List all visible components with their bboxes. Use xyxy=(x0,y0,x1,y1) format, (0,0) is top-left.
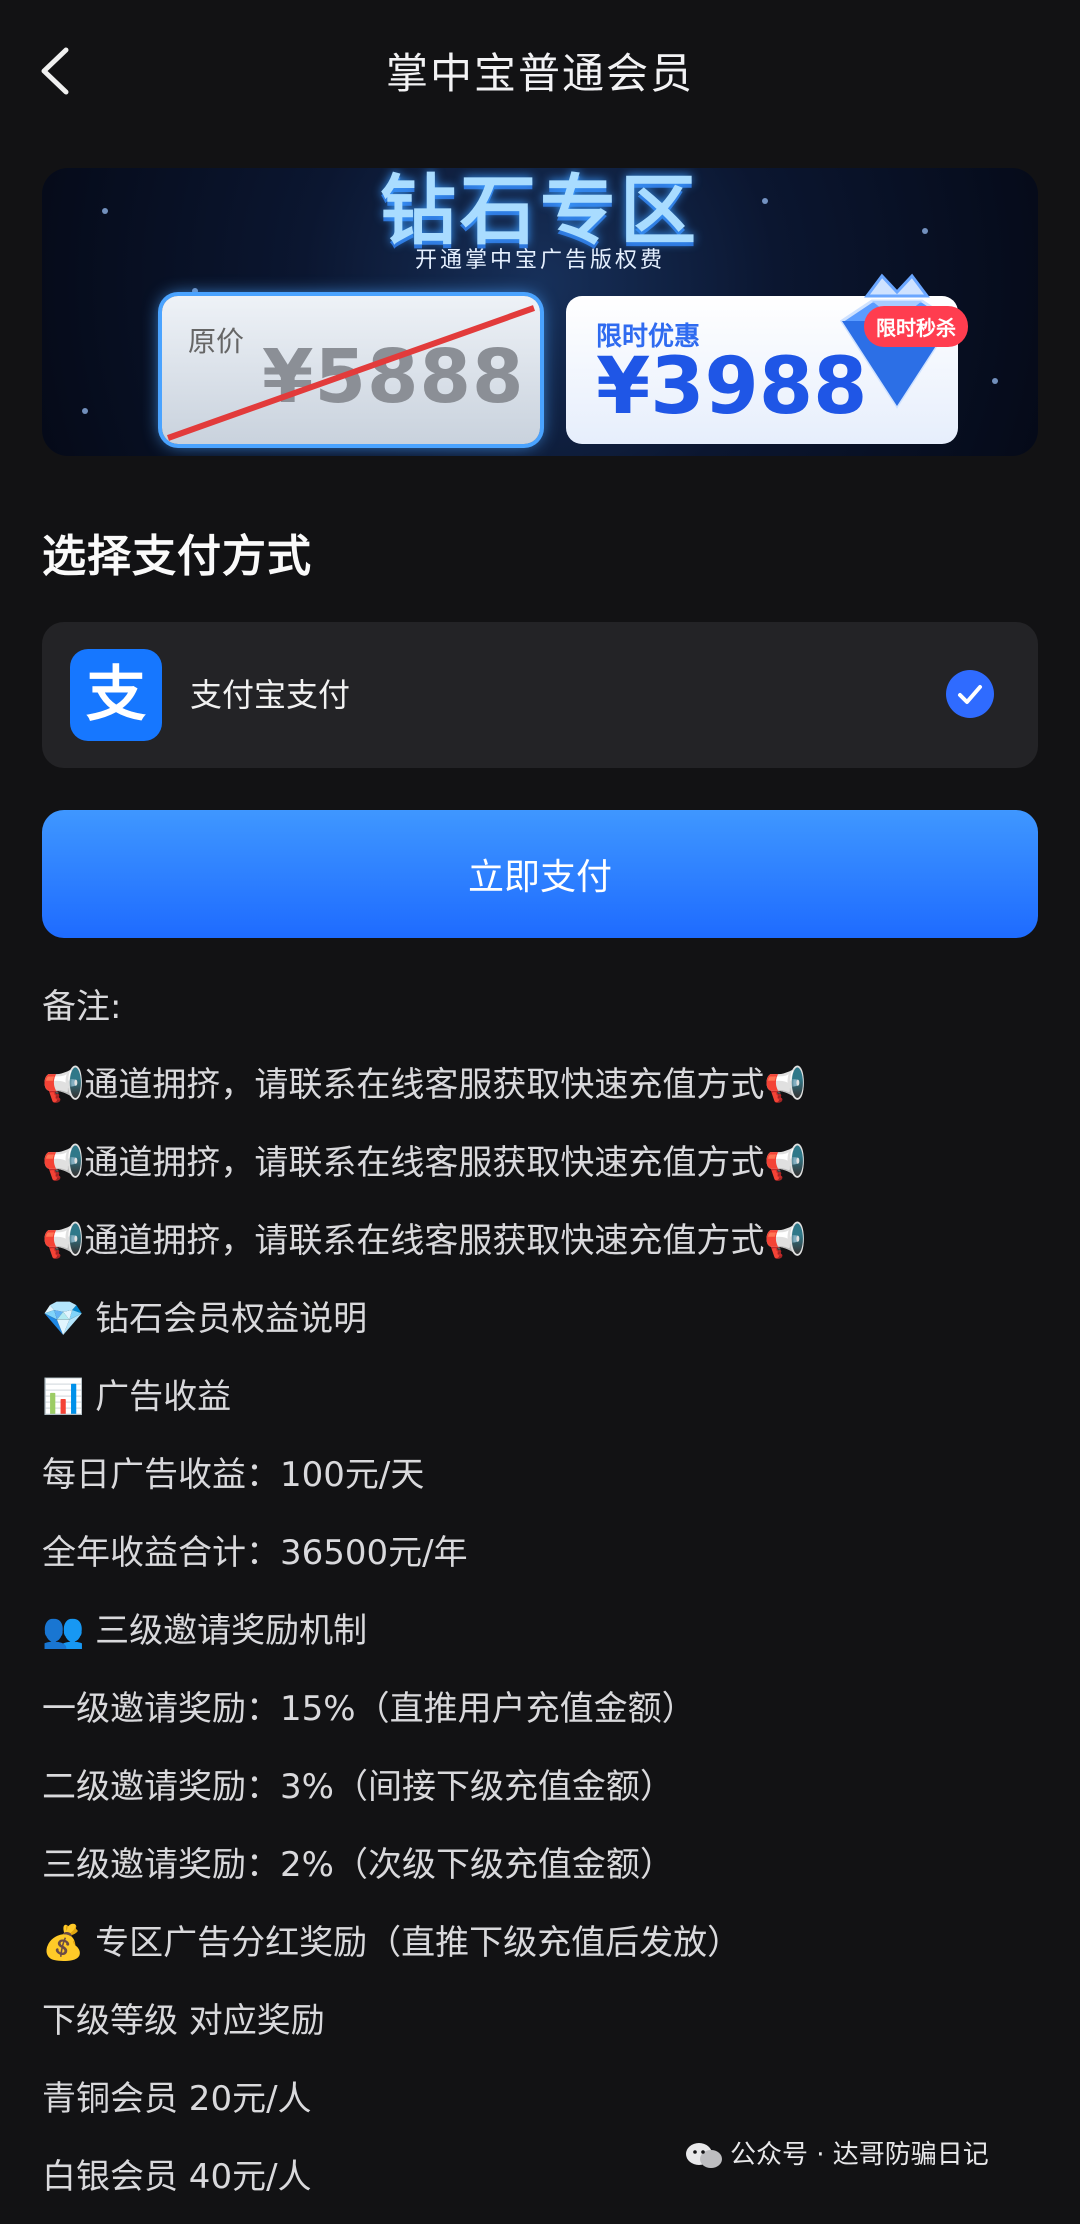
note-line: 全年收益合计：36500元/年 xyxy=(42,1533,468,1573)
note-line: 📢通道拥挤，请联系在线客服获取快速充值方式📢 xyxy=(42,1221,807,1261)
pay-now-button[interactable]: 立即支付 xyxy=(42,810,1038,938)
flash-sale-badge: 限时秒杀 xyxy=(864,306,968,347)
watermark: 公众号 · 达哥防骗日记 xyxy=(684,2134,989,2171)
payment-section-title: 选择支付方式 xyxy=(42,531,312,582)
page-title: 掌中宝普通会员 xyxy=(385,49,694,98)
original-price-card: 原价 ¥5888 xyxy=(162,296,540,444)
note-line: 二级邀请奖励：3%（间接下级充值金额） xyxy=(42,1767,674,1807)
note-line: 💎 钻石会员权益说明 xyxy=(42,1299,368,1339)
note-line: 一级邀请奖励：15%（直推用户充值金额） xyxy=(42,1689,696,1729)
strikethrough-line xyxy=(166,305,536,441)
note-line: 💰 专区广告分红奖励（直推下级充值后发放） xyxy=(42,1923,742,1963)
watermark-text: 公众号 · 达哥防骗日记 xyxy=(730,2140,989,2170)
alipay-icon: 支 xyxy=(70,649,162,741)
note-line: 📢通道拥挤，请联系在线客服获取快速充值方式📢 xyxy=(42,1065,807,1105)
notes-label: 备注: xyxy=(42,987,122,1027)
note-line: 三级邀请奖励：2%（次级下级充值金额） xyxy=(42,1845,674,1885)
sparkle-icon xyxy=(992,378,998,384)
header-bar: 掌中宝普通会员 xyxy=(0,0,1080,140)
note-line: 📊 广告收益 xyxy=(42,1377,232,1417)
notes-section: 备注: 📢通道拥挤，请联系在线客服获取快速充值方式📢 📢通道拥挤，请联系在线客服… xyxy=(42,976,1042,2224)
wechat-icon xyxy=(686,2142,722,2168)
payment-method-label: 支付宝支付 xyxy=(190,676,351,714)
note-line: 下级等级 对应奖励 xyxy=(42,2001,325,2041)
selected-check-icon[interactable] xyxy=(946,670,994,718)
note-line: 每日广告收益：100元/天 xyxy=(42,1455,425,1495)
diamond-zone-banner[interactable]: 钻石专区 开通掌中宝广告版权费 原价 ¥5888 限时优惠 ¥3988 限时秒杀 xyxy=(42,168,1038,456)
note-line: 👥 三级邀请奖励机制 xyxy=(42,1611,368,1651)
note-line: 📢通道拥挤，请联系在线客服获取快速充值方式📢 xyxy=(42,1143,807,1183)
sparkle-icon xyxy=(192,288,198,294)
payment-method-alipay[interactable]: 支 支付宝支付 xyxy=(42,622,1038,768)
sparkle-icon xyxy=(82,408,88,414)
